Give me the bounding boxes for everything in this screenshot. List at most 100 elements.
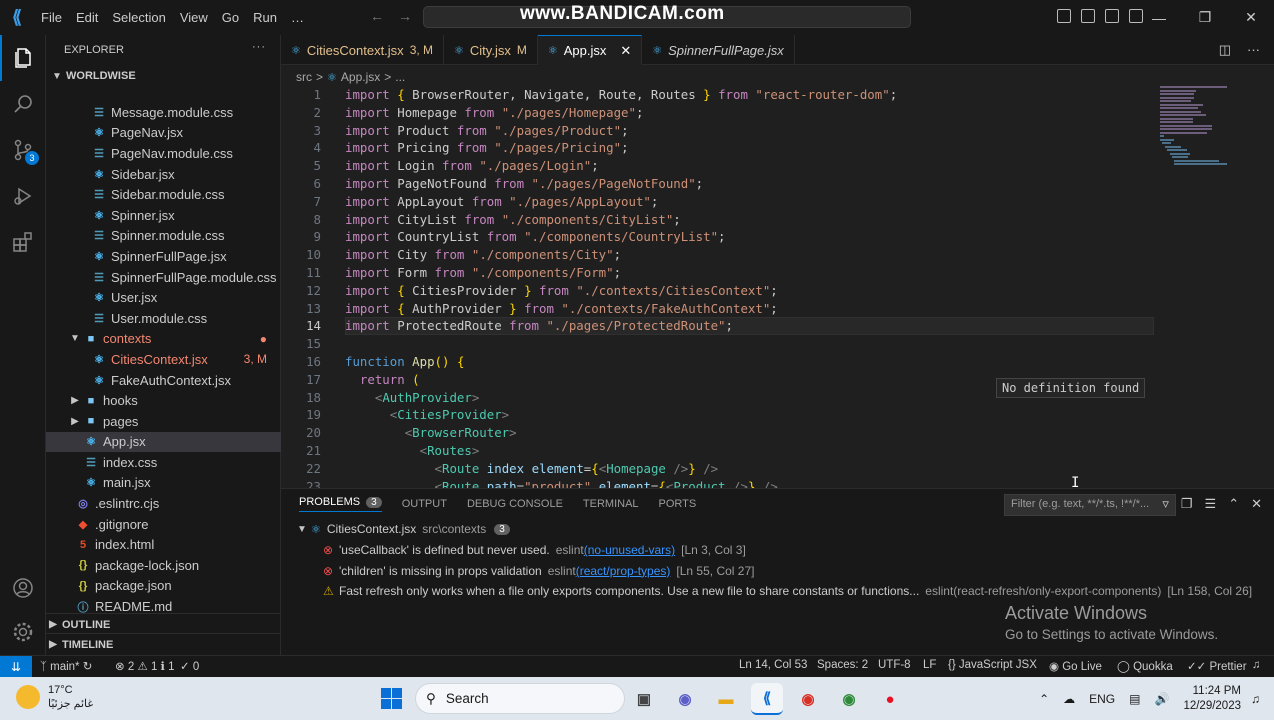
ports-status[interactable]: ✓ 0 xyxy=(180,659,199,673)
tab-terminal[interactable]: TERMINAL xyxy=(583,498,639,510)
tree-file[interactable]: ☰ index.css xyxy=(46,452,281,473)
task-view-icon[interactable]: ▣ xyxy=(628,683,660,715)
start-menu-icon[interactable] xyxy=(381,688,402,709)
menu-run[interactable]: Run xyxy=(246,0,284,35)
tree-folder-pages[interactable]: ▶ ■ pages xyxy=(46,411,281,432)
close-panel-icon[interactable]: ✕ xyxy=(1251,496,1262,512)
explorer-icon[interactable] xyxy=(0,35,46,81)
explorer-more-icon[interactable]: ··· xyxy=(252,41,266,53)
tree-file[interactable]: ☰ Spinner.module.css xyxy=(46,226,281,247)
branch-status[interactable]: ᛉ main* ↻ xyxy=(40,659,92,673)
tree-file[interactable]: ⚛ main.jsx xyxy=(46,473,281,494)
tree-file[interactable]: ⚛ Sidebar.jsx xyxy=(46,164,281,185)
problem-row[interactable]: ⊗ 'children' is missing in props validat… xyxy=(323,561,754,582)
prettier[interactable]: ✓✓ Prettier xyxy=(1187,659,1247,673)
tab-ports[interactable]: PORTS xyxy=(659,498,697,510)
maximize-panel-icon[interactable]: ⌃ xyxy=(1228,496,1239,512)
back-arrow-icon[interactable]: ← xyxy=(370,8,384,24)
tab-citiescontext[interactable]: ⚛ CitiesContext.jsx 3, M xyxy=(281,35,445,65)
tree-file[interactable]: ⚛ CitiesContext.jsx 3, M xyxy=(46,349,281,370)
tree-file[interactable]: ◆ .gitignore xyxy=(46,514,281,535)
code-editor[interactable]: 1 import { BrowserRouter, Navigate, Route… xyxy=(281,88,1274,488)
toggle-sidebar-icon[interactable] xyxy=(1057,9,1071,23)
encoding[interactable]: UTF-8 xyxy=(878,659,911,671)
menu-selection[interactable]: Selection xyxy=(105,0,172,35)
teams-chat-icon[interactable]: ◉ xyxy=(669,683,701,715)
weather-widget[interactable]: 17°C غائم جزئيًا xyxy=(16,683,93,711)
notifications-bell-icon[interactable]: ♫ xyxy=(1252,659,1261,671)
tree-file[interactable]: {} package-lock.json xyxy=(46,555,281,576)
chrome-icon[interactable]: ◉ xyxy=(792,683,824,715)
menu-more[interactable]: … xyxy=(284,0,311,35)
problem-rule-link[interactable]: (no-unused-vars) xyxy=(584,543,675,557)
extensions-icon[interactable] xyxy=(0,219,46,265)
split-editor-icon[interactable]: ◫ xyxy=(1219,42,1231,58)
go-live[interactable]: ◉ Go Live xyxy=(1049,659,1102,673)
toggle-secondary-sidebar-icon[interactable] xyxy=(1105,9,1119,23)
filter-icon[interactable]: ▿ xyxy=(1162,496,1169,512)
menu-file[interactable]: File xyxy=(34,0,69,35)
tree-file[interactable]: ⚛ PageNav.jsx xyxy=(46,123,281,144)
view-as-list-icon[interactable]: ☰ xyxy=(1205,496,1217,512)
indentation[interactable]: Spaces: 2 xyxy=(817,659,868,671)
tab-output[interactable]: OUTPUT xyxy=(402,498,447,510)
tree-file[interactable]: ☰ PageNav.module.css xyxy=(46,143,281,164)
tree-file[interactable]: ⚛ App.jsx xyxy=(46,431,281,453)
notification-bell-icon[interactable]: ♫ xyxy=(1251,692,1260,706)
globe-app-icon[interactable]: ◉ xyxy=(833,683,865,715)
line-endings[interactable]: LF xyxy=(923,659,936,671)
breadcrumb-more[interactable]: ... xyxy=(395,70,405,84)
restore-icon[interactable]: ❐ xyxy=(1182,0,1228,35)
tab-spinnerfullpage[interactable]: ⚛ SpinnerFullPage.jsx xyxy=(642,35,795,65)
account-icon[interactable] xyxy=(0,565,46,611)
problem-row[interactable]: ⊗ 'useCallback' is defined but never use… xyxy=(323,540,746,561)
menu-edit[interactable]: Edit xyxy=(69,0,105,35)
breadcrumb-folder[interactable]: src xyxy=(296,70,312,84)
remote-indicator-icon[interactable]: ⇊ xyxy=(0,656,32,677)
forward-arrow-icon[interactable]: → xyxy=(398,8,412,24)
breadcrumb-file[interactable]: App.jsx xyxy=(341,70,380,84)
tree-file[interactable]: ☰ SpinnerFullPage.module.css xyxy=(46,267,281,288)
problems-filter-input[interactable]: Filter (e.g. text, **/*.ts, !**/*... xyxy=(1004,494,1176,516)
tree-file[interactable]: ◎ .eslintrc.cjs xyxy=(46,493,281,514)
problem-rule-link[interactable]: (react/prop-types) xyxy=(576,564,671,578)
tab-city[interactable]: ⚛ City.jsx M xyxy=(444,35,538,65)
tree-folder-contexts[interactable]: ▼ ■ contexts ● xyxy=(46,329,281,350)
collapse-all-icon[interactable]: ❐ xyxy=(1181,496,1193,512)
vscode-taskbar-icon[interactable]: ⟪ xyxy=(751,683,783,715)
tree-folder-hooks[interactable]: ▶ ■ hooks xyxy=(46,390,281,411)
quokka[interactable]: ◯ Quokka xyxy=(1117,659,1173,673)
menu-view[interactable]: View xyxy=(173,0,215,35)
timeline-section[interactable]: ▶ TIMELINE xyxy=(46,633,281,655)
more-actions-icon[interactable]: ··· xyxy=(1247,42,1260,58)
problem-row[interactable]: ⚠ Fast refresh only works when a file on… xyxy=(323,581,1252,602)
tree-file[interactable]: ⚛ User.jsx xyxy=(46,287,281,308)
tab-problems[interactable]: PROBLEMS 3 xyxy=(299,496,382,512)
tree-file[interactable]: {} package.json xyxy=(46,576,281,597)
tree-file[interactable]: 5 index.html xyxy=(46,534,281,555)
settings-gear-icon[interactable] xyxy=(0,609,46,655)
clock[interactable]: 11:24 PM 12/29/2023 xyxy=(1183,684,1241,714)
menu-go[interactable]: Go xyxy=(215,0,246,35)
workspace-root[interactable]: ▼ WORLDWISE xyxy=(46,65,280,87)
close-tab-icon[interactable]: ✕ xyxy=(620,43,631,59)
close-window-icon[interactable]: ✕ xyxy=(1228,0,1274,35)
source-control-icon[interactable]: 3 xyxy=(0,127,46,173)
problems-group-header[interactable]: ▼ ⚛ CitiesContext.jsx src\contexts 3 xyxy=(295,519,510,540)
tree-file[interactable]: ⚛ SpinnerFullPage.jsx xyxy=(46,246,281,267)
minimize-icon[interactable]: — xyxy=(1136,0,1182,35)
network-icon[interactable]: ▤ xyxy=(1129,692,1140,706)
run-debug-icon[interactable] xyxy=(0,173,46,219)
tree-file[interactable]: ☰ Sidebar.module.css xyxy=(46,184,281,205)
problems-status[interactable]: ⊗ 2 ⚠ 1 ℹ 1 xyxy=(115,659,175,673)
outline-section[interactable]: ▶ OUTLINE xyxy=(46,613,281,635)
tree-file[interactable]: ☰ Message.module.css xyxy=(46,102,281,123)
cursor-position[interactable]: Ln 14, Col 53 xyxy=(739,659,807,671)
tree-file[interactable]: ⚛ FakeAuthContext.jsx xyxy=(46,370,281,391)
tree-file[interactable]: ☰ User.module.css xyxy=(46,308,281,329)
record-icon[interactable]: ● xyxy=(874,683,906,715)
volume-icon[interactable]: 🔊 xyxy=(1154,692,1169,706)
minimap[interactable] xyxy=(1160,86,1238,181)
cloud-icon[interactable]: ☁ xyxy=(1063,692,1075,706)
tab-debug-console[interactable]: DEBUG CONSOLE xyxy=(467,498,563,510)
